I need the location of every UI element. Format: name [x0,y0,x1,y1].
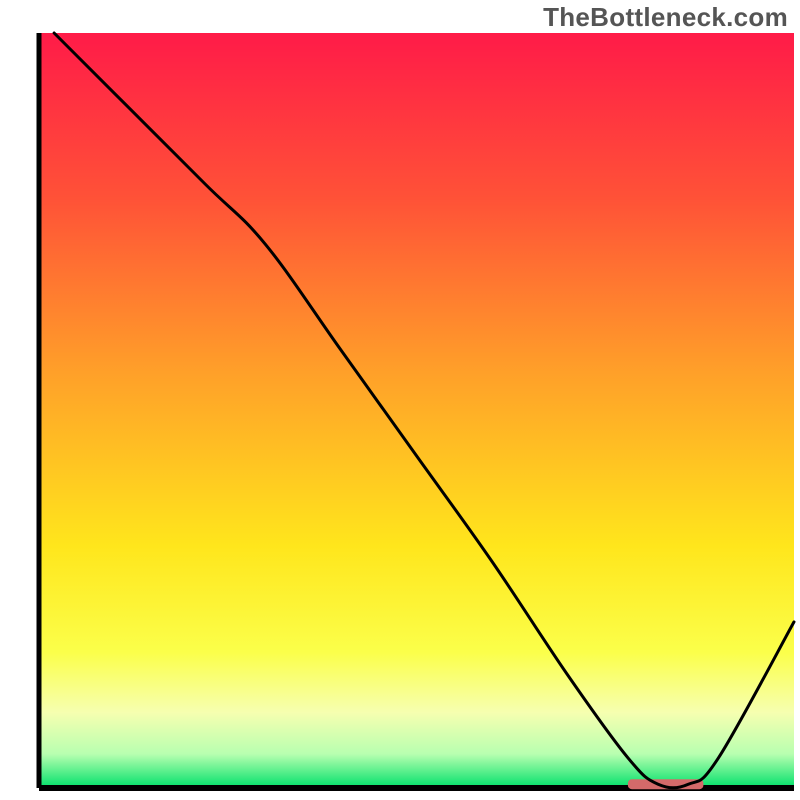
watermark-label: TheBottleneck.com [543,2,788,33]
chart-frame: TheBottleneck.com [0,0,800,800]
plot-background [39,33,794,788]
bottleneck-chart [0,0,800,800]
